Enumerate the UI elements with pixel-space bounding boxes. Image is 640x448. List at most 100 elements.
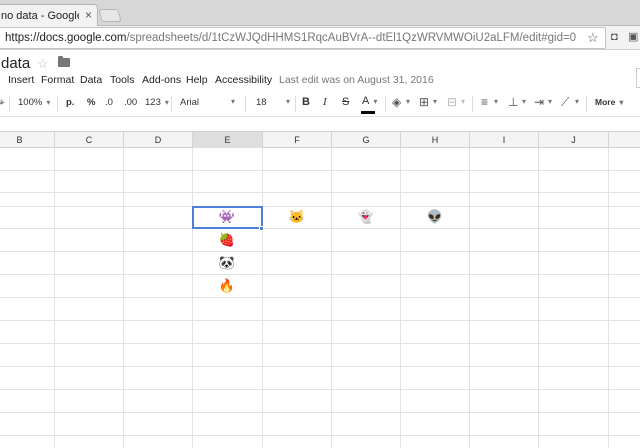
menu-insert[interactable]: Insert (8, 74, 34, 86)
horizontal-align-icon[interactable]: ≡ (481, 95, 488, 109)
new-tab-button[interactable] (98, 9, 122, 22)
camera-icon[interactable]: ◘ (611, 31, 618, 43)
grid-line (192, 148, 193, 448)
cell-e8[interactable]: 🔥 (193, 275, 261, 297)
rotation-dropdown-icon[interactable]: ▾ (575, 97, 579, 106)
cell-e7[interactable]: 🐼 (193, 252, 261, 274)
fill-dropdown-icon[interactable]: ▾ (406, 97, 410, 106)
text-color-button[interactable]: A (362, 95, 377, 107)
grid-line (400, 148, 401, 448)
toolbar-separator (586, 96, 587, 112)
grid-line (0, 228, 640, 229)
menu-format[interactable]: Format (41, 74, 74, 86)
grid-line (262, 148, 263, 448)
column-header-e[interactable]: E (193, 132, 263, 148)
grid-line (0, 320, 640, 321)
grid-line (54, 148, 55, 448)
decrease-decimal-button[interactable]: .0 (105, 97, 113, 108)
merge-cells-icon[interactable]: ⊟ (447, 95, 457, 109)
text-rotation-icon[interactable]: ⟋ (561, 95, 569, 110)
grid-line (0, 274, 640, 275)
menu-tools[interactable]: Tools (110, 74, 135, 86)
url-path: /spreadsheets/d/1tCzWJQdHHMS1RqcAuBVrA--… (126, 32, 577, 44)
cell-selection-box (192, 206, 263, 229)
more-button[interactable]: More (595, 97, 623, 107)
font-select[interactable]: Arial (180, 97, 199, 108)
font-size-select[interactable]: 18 (256, 97, 267, 108)
cell-f5[interactable]: 🐱 (263, 206, 331, 228)
toolbar-separator (472, 96, 473, 112)
grid-line (0, 192, 640, 193)
borders-icon[interactable]: ⊞ (419, 95, 429, 109)
extension-icon[interactable]: ▣ (628, 30, 638, 43)
grid-line (0, 170, 640, 171)
increase-decimal-button[interactable]: .00 (124, 97, 137, 108)
document-title[interactable]: data (1, 55, 30, 72)
vertical-align-icon[interactable]: ⊥ (508, 95, 518, 109)
column-header-k[interactable] (609, 132, 640, 148)
browser-tab-strip: no data - Google Sh × (0, 0, 640, 27)
grid-line (0, 251, 640, 252)
toolbar: ⌖ 100% p. % .0 .00 123 Arial ▾ 18 ▾ B I … (0, 93, 640, 115)
tab-close-icon[interactable]: × (85, 9, 92, 21)
grid-line (538, 148, 539, 448)
merge-dropdown-icon[interactable]: ▾ (461, 97, 465, 106)
column-header-j[interactable]: J (539, 132, 609, 148)
toolbar-separator (171, 96, 172, 112)
italic-button[interactable]: I (323, 96, 327, 108)
toolbar-separator (9, 96, 10, 112)
font-size-dropdown-icon[interactable]: ▾ (286, 97, 290, 106)
grid-line (469, 148, 470, 448)
column-header-c[interactable]: C (55, 132, 124, 148)
halign-dropdown-icon[interactable]: ▾ (494, 97, 498, 106)
more-formats-select[interactable]: 123 (145, 97, 169, 108)
folder-icon[interactable] (58, 56, 70, 67)
text-color-swatch (361, 111, 375, 114)
grid-line (0, 297, 640, 298)
browser-tab[interactable]: no data - Google Sh × (0, 4, 98, 27)
menu-addons[interactable]: Add-ons (142, 74, 181, 86)
column-header-g[interactable]: G (332, 132, 401, 148)
zoom-select[interactable]: 100% (18, 97, 50, 108)
toolbar-separator (57, 96, 58, 112)
column-header-h[interactable]: H (401, 132, 470, 148)
column-header-i[interactable]: I (470, 132, 539, 148)
menu-help[interactable]: Help (186, 74, 208, 86)
url-host: https://docs.google.com (5, 32, 127, 44)
menu-accessibility[interactable]: Accessibility (215, 74, 272, 86)
fill-handle[interactable] (259, 226, 264, 231)
comments-button[interactable] (636, 68, 640, 88)
font-dropdown-icon[interactable]: ▾ (231, 97, 235, 106)
grid-line (0, 412, 640, 413)
fill-color-icon[interactable]: ◈ (392, 95, 401, 109)
last-edit-link[interactable]: Last edit was on August 31, 2016 (279, 74, 434, 86)
spreadsheet-grid[interactable]: B C D E F G H I J 👾 🐱 👻 👽 🍓 🐼 🔥 (0, 131, 640, 448)
currency-format-button[interactable]: p. (66, 97, 74, 108)
strikethrough-button[interactable]: S (342, 96, 349, 108)
cell-h5[interactable]: 👽 (401, 206, 469, 228)
bold-button[interactable]: B (302, 96, 310, 108)
wrap-dropdown-icon[interactable]: ▾ (548, 97, 552, 106)
grid-line (331, 148, 332, 448)
url-field[interactable]: https://docs.google.com/spreadsheets/d/1… (0, 27, 606, 49)
star-icon[interactable]: ☆ (37, 56, 49, 72)
toolbar-separator (295, 96, 296, 112)
paint-format-icon[interactable]: ⌖ (0, 95, 5, 110)
text-wrapping-icon[interactable]: ⇥ (534, 95, 544, 109)
formula-bar[interactable] (0, 116, 640, 132)
column-header-f[interactable]: F (263, 132, 332, 148)
column-header-b[interactable]: B (0, 132, 55, 148)
menu-data[interactable]: Data (80, 74, 102, 86)
grid-line (608, 148, 609, 448)
column-header-d[interactable]: D (124, 132, 193, 148)
cell-e6[interactable]: 🍓 (193, 229, 261, 251)
grid-line (0, 343, 640, 344)
percent-format-button[interactable]: % (87, 97, 95, 108)
grid-line (123, 148, 124, 448)
borders-dropdown-icon[interactable]: ▾ (433, 97, 437, 106)
bookmark-star-icon[interactable]: ☆ (587, 30, 599, 46)
valign-dropdown-icon[interactable]: ▾ (522, 97, 526, 106)
cell-g5[interactable]: 👻 (332, 206, 400, 228)
toolbar-separator (245, 96, 246, 112)
grid-line (0, 389, 640, 390)
